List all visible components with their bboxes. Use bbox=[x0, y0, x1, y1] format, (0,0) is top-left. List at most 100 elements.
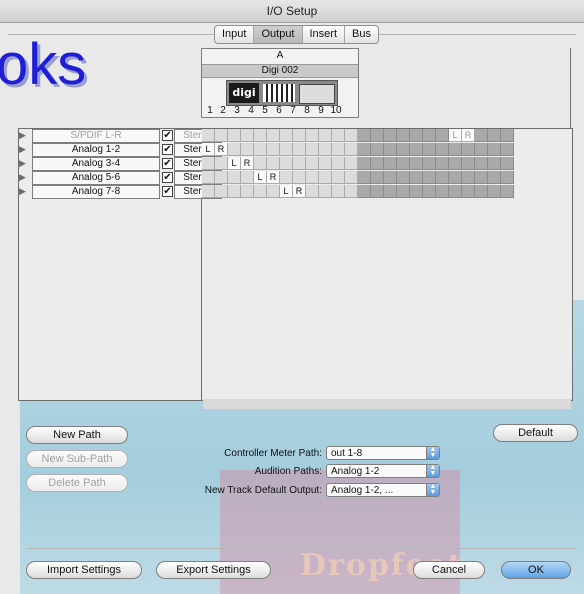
tab-input[interactable]: Input bbox=[215, 26, 255, 43]
new-path-button[interactable]: New Path bbox=[26, 426, 128, 444]
path-name[interactable]: Analog 3-4 bbox=[32, 157, 160, 171]
grid-cell[interactable] bbox=[371, 129, 384, 142]
grid-cell[interactable] bbox=[423, 129, 436, 142]
grid-cell[interactable] bbox=[462, 171, 475, 184]
path-active-checkbox[interactable]: ✔ bbox=[162, 186, 173, 197]
grid-cell[interactable] bbox=[436, 157, 449, 170]
grid-cell[interactable] bbox=[241, 185, 254, 198]
ok-button[interactable]: OK bbox=[501, 561, 571, 579]
grid-cell[interactable] bbox=[488, 185, 501, 198]
path-name[interactable]: S/PDIF L-R bbox=[32, 129, 160, 143]
grid-cell[interactable] bbox=[228, 171, 241, 184]
grid-cell[interactable] bbox=[410, 171, 423, 184]
grid-cell[interactable] bbox=[319, 185, 332, 198]
grid-assignment-l[interactable]: L bbox=[202, 143, 215, 156]
tab-output[interactable]: Output bbox=[254, 26, 303, 43]
grid-cell[interactable] bbox=[345, 185, 358, 198]
grid-cell[interactable] bbox=[488, 157, 501, 170]
path-active-checkbox[interactable]: ✔ bbox=[162, 144, 173, 155]
grid-cell[interactable] bbox=[332, 129, 345, 142]
grid-cell[interactable] bbox=[371, 185, 384, 198]
grid-assignment-l[interactable]: L bbox=[449, 129, 462, 142]
grid-cell[interactable] bbox=[384, 157, 397, 170]
grid-cell[interactable] bbox=[332, 143, 345, 156]
grid-cell[interactable] bbox=[371, 171, 384, 184]
grid-cell[interactable] bbox=[215, 129, 228, 142]
grid-cell[interactable] bbox=[384, 129, 397, 142]
path-name[interactable]: Analog 5-6 bbox=[32, 171, 160, 185]
grid-cell[interactable] bbox=[267, 157, 280, 170]
assignment-grid[interactable]: LRLRLRLRLR bbox=[202, 128, 514, 204]
grid-cell[interactable] bbox=[397, 185, 410, 198]
grid-cell[interactable] bbox=[241, 171, 254, 184]
grid-cell[interactable] bbox=[267, 129, 280, 142]
grid-cell[interactable] bbox=[397, 143, 410, 156]
grid-cell[interactable] bbox=[436, 143, 449, 156]
grid-cell[interactable] bbox=[384, 185, 397, 198]
cancel-button[interactable]: Cancel bbox=[413, 561, 485, 579]
grid-cell[interactable] bbox=[475, 129, 488, 142]
path-row[interactable]: ▶ S/PDIF L-R ✔ Stereo bbox=[18, 129, 222, 143]
grid-cell[interactable] bbox=[384, 143, 397, 156]
grid-cell[interactable] bbox=[202, 171, 215, 184]
grid-cell[interactable] bbox=[332, 171, 345, 184]
disclosure-triangle-icon[interactable]: ▶ bbox=[19, 172, 26, 183]
path-row[interactable]: ▶ Analog 3-4 ✔ Stereo bbox=[18, 157, 222, 171]
grid-cell[interactable] bbox=[449, 185, 462, 198]
grid-cell[interactable] bbox=[345, 143, 358, 156]
grid-assignment-l[interactable]: L bbox=[280, 185, 293, 198]
title-bar[interactable]: I/O Setup bbox=[0, 0, 584, 23]
grid-cell[interactable] bbox=[358, 129, 371, 142]
grid-cell[interactable] bbox=[488, 129, 501, 142]
grid-cell[interactable] bbox=[488, 171, 501, 184]
delete-path-button[interactable]: Delete Path bbox=[26, 474, 128, 492]
grid-cell[interactable] bbox=[306, 171, 319, 184]
grid-cell[interactable] bbox=[345, 157, 358, 170]
grid-cell[interactable] bbox=[332, 185, 345, 198]
disclosure-triangle-icon[interactable]: ▶ bbox=[19, 130, 26, 141]
disclosure-triangle-icon[interactable]: ▶ bbox=[19, 158, 26, 169]
grid-cell[interactable] bbox=[410, 157, 423, 170]
grid-cell[interactable] bbox=[202, 129, 215, 142]
tab-bus[interactable]: Bus bbox=[345, 26, 378, 43]
grid-cell[interactable] bbox=[319, 171, 332, 184]
tab-insert[interactable]: Insert bbox=[303, 26, 346, 43]
grid-cell[interactable] bbox=[293, 143, 306, 156]
grid-cell[interactable] bbox=[306, 143, 319, 156]
grid-cell[interactable] bbox=[202, 157, 215, 170]
grid-cell[interactable] bbox=[228, 129, 241, 142]
grid-assignment-l[interactable]: L bbox=[254, 171, 267, 184]
default-button[interactable]: Default bbox=[493, 424, 578, 442]
grid-assignment-r[interactable]: R bbox=[267, 171, 280, 184]
grid-cell[interactable] bbox=[280, 157, 293, 170]
grid-cell[interactable] bbox=[202, 185, 215, 198]
grid-cell[interactable] bbox=[449, 157, 462, 170]
path-name[interactable]: Analog 1-2 bbox=[32, 143, 160, 157]
grid-cell[interactable] bbox=[423, 157, 436, 170]
grid-cell[interactable] bbox=[254, 185, 267, 198]
grid-cell[interactable] bbox=[254, 143, 267, 156]
audition-paths-select[interactable]: Analog 1-2 ▲ ▼ bbox=[326, 464, 440, 478]
export-settings-button[interactable]: Export Settings bbox=[156, 561, 271, 579]
path-row[interactable]: ▶ Analog 7-8 ✔ Stereo bbox=[18, 185, 222, 199]
disclosure-triangle-icon[interactable]: ▶ bbox=[19, 144, 26, 155]
grid-cell[interactable] bbox=[423, 171, 436, 184]
grid-cell[interactable] bbox=[319, 157, 332, 170]
grid-cell[interactable] bbox=[358, 157, 371, 170]
grid-cell[interactable] bbox=[358, 143, 371, 156]
import-settings-button[interactable]: Import Settings bbox=[26, 561, 142, 579]
grid-cell[interactable] bbox=[319, 129, 332, 142]
grid-cell[interactable] bbox=[280, 171, 293, 184]
grid-cell[interactable] bbox=[358, 185, 371, 198]
path-name[interactable]: Analog 7-8 bbox=[32, 185, 160, 199]
grid-cell[interactable] bbox=[449, 143, 462, 156]
grid-cell[interactable] bbox=[449, 171, 462, 184]
grid-cell[interactable] bbox=[488, 143, 501, 156]
path-active-checkbox[interactable]: ✔ bbox=[162, 158, 173, 169]
grid-cell[interactable] bbox=[384, 171, 397, 184]
grid-cell[interactable] bbox=[423, 143, 436, 156]
new-sub-path-button[interactable]: New Sub-Path bbox=[26, 450, 128, 468]
path-row[interactable]: ▶ Analog 1-2 ✔ Stereo bbox=[18, 143, 222, 157]
grid-cell[interactable] bbox=[293, 129, 306, 142]
grid-cell[interactable] bbox=[280, 129, 293, 142]
